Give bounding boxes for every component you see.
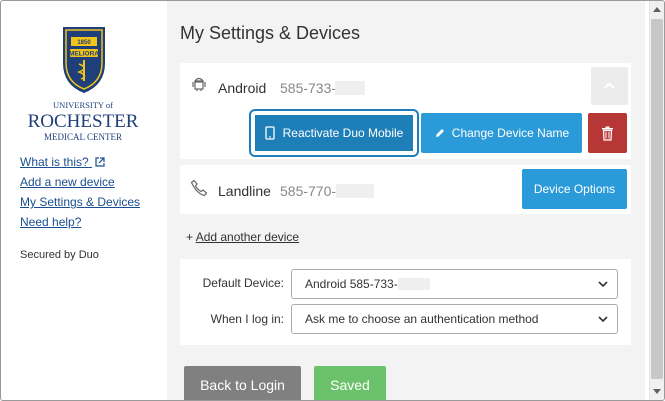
mobile-phone-icon [264, 126, 275, 140]
plus-icon: + [186, 230, 194, 244]
trash-icon [602, 126, 613, 141]
svg-text:UNIVERSITY of: UNIVERSITY of [53, 100, 113, 110]
svg-text:ROCHESTER: ROCHESTER [28, 111, 139, 132]
back-to-login-label: Back to Login [200, 377, 285, 393]
saved-label: Saved [330, 377, 370, 393]
device-number: 585-770- [280, 183, 337, 199]
device-number: 585-733- [280, 80, 337, 96]
scroll-up-icon[interactable] [653, 7, 661, 12]
add-another-device-label: Add another device [195, 230, 300, 244]
settings-card: Default Device: Android 585-733- When I … [180, 259, 631, 345]
default-device-select[interactable]: Android 585-733- [291, 269, 618, 299]
change-device-name-button[interactable]: Change Device Name [421, 113, 582, 153]
reactivate-duo-mobile-button[interactable]: Reactivate Duo Mobile [249, 109, 419, 157]
phone-icon [190, 179, 208, 197]
collapse-device-button[interactable] [591, 67, 628, 105]
android-icon [192, 77, 206, 91]
reactivate-label: Reactivate Duo Mobile [282, 126, 404, 140]
default-device-label: Default Device: [202, 276, 284, 290]
add-new-device-link[interactable]: Add a new device [20, 176, 140, 189]
redacted-digits [335, 81, 365, 95]
university-logo: 1850 MELIORA UNIVERSITY of ROCHESTER MED… [19, 19, 148, 148]
chevron-down-icon [598, 281, 608, 288]
device-name: Android [218, 80, 267, 96]
sidebar-links: What is this? Add a new device My Settin… [20, 156, 140, 236]
add-another-device-link[interactable]: + Add another device [186, 230, 299, 244]
device-options-button[interactable]: Device Options [522, 169, 627, 209]
device-name: Landline [218, 183, 271, 199]
scrollbar-thumb[interactable] [651, 19, 663, 379]
device-card-landline: Landline 585-770- Device Options [180, 165, 631, 214]
device-options-label: Device Options [533, 182, 616, 196]
need-help-link[interactable]: Need help? [20, 216, 140, 229]
device-card-android: Android 585-733- Reactivate Duo Mobile C… [180, 63, 631, 159]
redacted-digits [336, 184, 374, 198]
my-settings-link[interactable]: My Settings & Devices [20, 196, 140, 209]
scroll-down-icon[interactable] [653, 389, 661, 394]
default-device-value: Android 585-733- [305, 277, 398, 291]
svg-text:1850: 1850 [77, 40, 91, 46]
change-name-label: Change Device Name [451, 126, 570, 140]
external-link-icon [95, 157, 105, 167]
when-i-log-in-label: When I log in: [210, 312, 284, 326]
secured-by-duo: Secured by Duo [20, 249, 99, 261]
page-title: My Settings & Devices [180, 23, 361, 43]
delete-device-button[interactable] [588, 113, 627, 153]
chevron-down-icon [598, 316, 608, 323]
login-method-select[interactable]: Ask me to choose an authentication metho… [291, 304, 618, 334]
login-method-value: Ask me to choose an authentication metho… [305, 312, 539, 326]
redacted-digits [397, 278, 430, 290]
saved-button[interactable]: Saved [314, 366, 386, 400]
back-to-login-button[interactable]: Back to Login [184, 366, 301, 400]
svg-text:MEDICAL CENTER: MEDICAL CENTER [44, 132, 122, 142]
chevron-up-icon [604, 82, 615, 89]
svg-text:MELIORA: MELIORA [69, 51, 99, 58]
what-is-this-link[interactable]: What is this? [20, 156, 140, 169]
duo-settings-window: 1850 MELIORA UNIVERSITY of ROCHESTER MED… [0, 0, 665, 401]
pencil-icon [435, 129, 444, 137]
